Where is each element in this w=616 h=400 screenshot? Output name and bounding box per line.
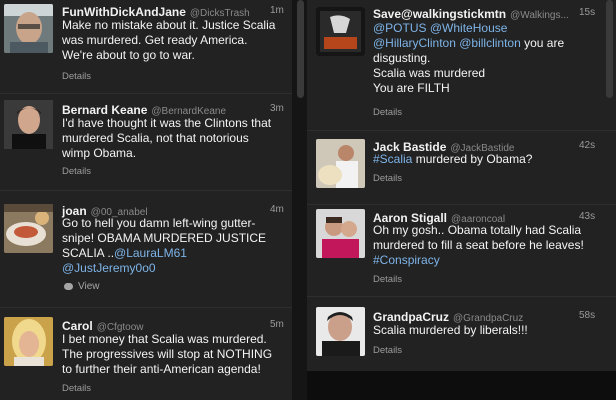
mention-link[interactable]: @JustJeremy0o0 <box>62 261 156 275</box>
tweet-item[interactable]: joan @00_anabel 4m Go to hell you damn le… <box>0 190 292 308</box>
timestamp[interactable]: 43s <box>579 211 595 222</box>
mention-link[interactable]: @billclinton <box>459 36 521 50</box>
timestamp[interactable]: 3m <box>270 103 284 114</box>
details-link[interactable]: Details <box>62 71 91 82</box>
tweet-text: #Scalia murdered by Obama? <box>373 152 533 166</box>
tweet-item[interactable]: FunWithDickAndJane @DicksTrash 1m Make no… <box>0 0 292 94</box>
tweet-item[interactable]: Carol @Cfgtoow 5m I bet money that Scalia… <box>0 307 292 400</box>
user-name[interactable]: Bernard Keane <box>62 103 147 117</box>
details-link[interactable]: Details <box>373 345 402 356</box>
mention-link[interactable]: @HillaryClinton <box>373 36 456 50</box>
tweet-text: @POTUS @WhiteHouse @HillaryClinton @bill… <box>373 21 565 95</box>
timestamp[interactable]: 42s <box>579 140 595 151</box>
tweet-item[interactable]: GrandpaCruz @GrandpaCruz 58s Scalia murde… <box>307 296 616 371</box>
avatar[interactable] <box>4 317 53 366</box>
avatar[interactable] <box>4 100 53 149</box>
user-name[interactable]: Carol <box>62 319 93 333</box>
user-name[interactable]: GrandpaCruz <box>373 310 449 324</box>
speech-bubble-icon <box>64 282 73 290</box>
avatar[interactable] <box>316 139 365 188</box>
column-footer-bar <box>307 371 616 400</box>
mention-link[interactable]: @LauraLM61 <box>114 246 187 260</box>
details-link[interactable]: Details <box>373 107 402 118</box>
user-handle[interactable]: @Walkings... <box>510 10 569 21</box>
timestamp[interactable]: 1m <box>270 5 284 16</box>
avatar[interactable] <box>316 307 365 356</box>
tweet-text: Scalia murdered by liberals!!! <box>373 323 528 337</box>
details-link[interactable]: Details <box>373 173 402 184</box>
tweet-item[interactable]: Bernard Keane @BernardKeane 3m I'd have t… <box>0 93 292 191</box>
avatar[interactable] <box>316 7 365 56</box>
details-link[interactable]: Details <box>62 166 91 177</box>
user-name[interactable]: FunWithDickAndJane <box>62 5 186 19</box>
view-conversation-link[interactable]: View <box>64 281 100 292</box>
user-name[interactable]: Save@walkingstickmtn <box>373 7 506 21</box>
hashtag-link[interactable]: #Scalia <box>373 152 412 166</box>
timestamp[interactable]: 15s <box>579 7 595 18</box>
tweet-text: I'd have thought it was the Clintons tha… <box>62 116 272 160</box>
mention-link[interactable]: @POTUS <box>373 21 427 35</box>
tweet-text: Oh my gosh.. Obama totally had Scalia mu… <box>373 223 584 267</box>
mention-link[interactable]: @WhiteHouse <box>430 21 508 35</box>
timestamp[interactable]: 58s <box>579 310 595 321</box>
avatar[interactable] <box>316 209 365 258</box>
details-link[interactable]: Details <box>373 274 402 285</box>
timestamp[interactable]: 4m <box>270 204 284 215</box>
timestamp[interactable]: 5m <box>270 319 284 330</box>
view-label: View <box>78 281 100 292</box>
avatar[interactable] <box>4 204 53 253</box>
tweet-text: I bet money that Scalia was murdered. Th… <box>62 332 273 376</box>
tweet-column-right: Save@walkingstickmtn @Walkings... 15s @PO… <box>307 0 616 400</box>
hashtag-link[interactable]: #Conspiracy <box>373 253 440 267</box>
tweet-item[interactable]: Jack Bastide @JackBastide 42s #Scalia mur… <box>307 130 616 205</box>
tweet-column-left: FunWithDickAndJane @DicksTrash 1m Make no… <box>0 0 292 400</box>
scrollbar-left[interactable] <box>297 0 304 98</box>
scrollbar-right[interactable] <box>606 0 613 98</box>
tweet-item[interactable]: Aaron Stigall @aaroncoal 43s Oh my gosh..… <box>307 204 616 297</box>
tweet-item[interactable]: Save@walkingstickmtn @Walkings... 15s @PO… <box>307 0 616 131</box>
details-link[interactable]: Details <box>62 383 91 394</box>
tweet-text: Make no mistake about it. Justice Scalia… <box>62 18 276 62</box>
avatar[interactable] <box>4 4 53 53</box>
tweet-text: Go to hell you damn left-wing gutter- sn… <box>62 216 267 275</box>
